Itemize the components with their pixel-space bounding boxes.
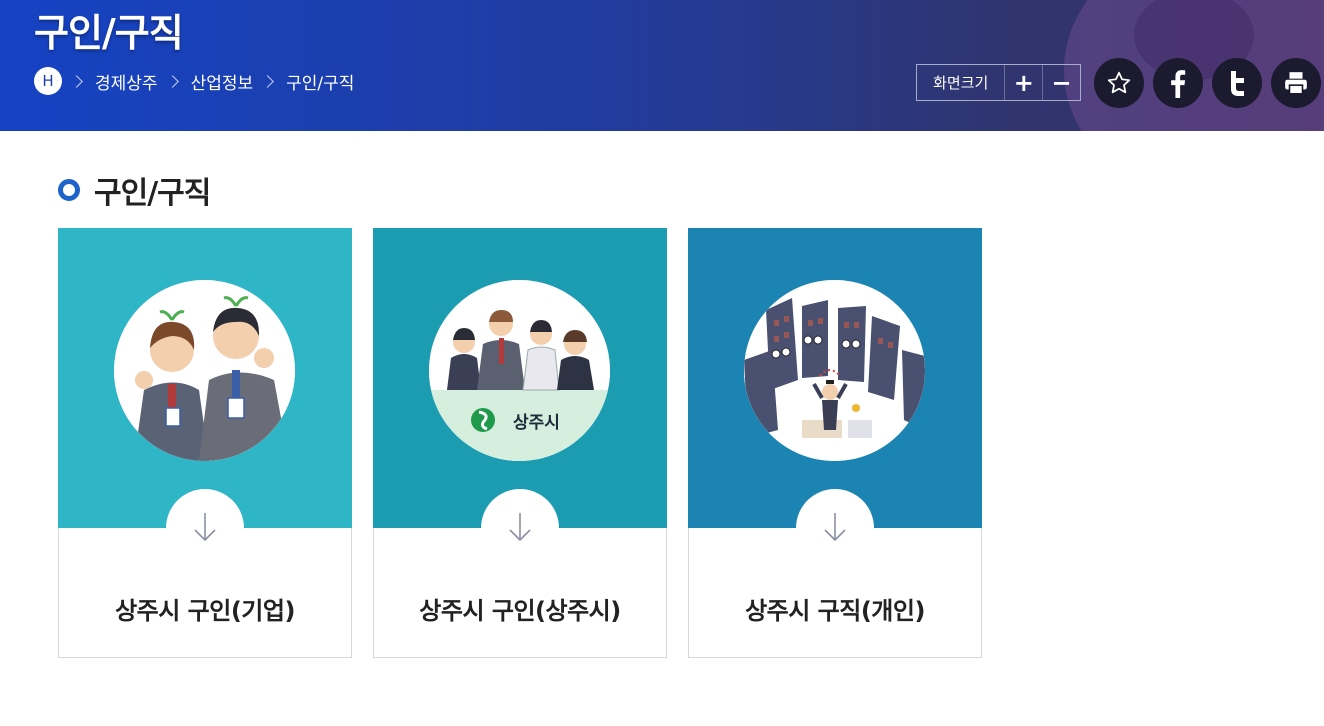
card-arrow-badge bbox=[796, 489, 874, 567]
arrow-down-icon bbox=[509, 513, 531, 542]
card-image-area bbox=[688, 228, 982, 528]
card-image-area: 상주시 bbox=[373, 228, 667, 528]
twitter-icon bbox=[1231, 71, 1244, 96]
card-illustration: 상주시 bbox=[429, 280, 610, 461]
breadcrumb-item-current[interactable]: 구인/구직 bbox=[286, 69, 354, 94]
card-illustration bbox=[114, 280, 295, 461]
buildings-graduate-illustration-icon bbox=[744, 280, 925, 461]
zoom-control: 화면크기 + − bbox=[916, 64, 1081, 101]
card-image-area bbox=[58, 228, 352, 528]
star-icon bbox=[1107, 71, 1131, 94]
facebook-share-button[interactable] bbox=[1153, 58, 1203, 108]
chevron-right-icon bbox=[165, 74, 179, 88]
card-illustration bbox=[744, 280, 925, 461]
print-icon bbox=[1285, 72, 1307, 95]
section-title: 구인/구직 bbox=[94, 176, 211, 211]
sangju-logo-text: 상주시 bbox=[513, 413, 560, 433]
card-personal-jobseek[interactable]: 상주시 구직(개인) bbox=[688, 228, 982, 658]
breadcrumb-item-economy[interactable]: 경제상주 bbox=[95, 69, 158, 94]
arrow-down-icon bbox=[824, 513, 846, 542]
bullet-circle-icon bbox=[58, 179, 80, 201]
card-label: 상주시 구인(상주시) bbox=[419, 597, 621, 625]
home-link[interactable]: H bbox=[34, 67, 62, 95]
section-heading: 구인/구직 bbox=[58, 170, 211, 211]
chevron-right-icon bbox=[70, 74, 83, 88]
zoom-in-button[interactable]: + bbox=[1004, 65, 1042, 100]
card-company-recruit[interactable]: 상주시 구인(기업) bbox=[58, 228, 352, 658]
print-button[interactable] bbox=[1271, 58, 1321, 108]
twitter-share-button[interactable] bbox=[1212, 58, 1262, 108]
zoom-label: 화면크기 bbox=[933, 74, 989, 92]
zoom-out-button[interactable]: − bbox=[1042, 65, 1080, 100]
page-banner: 구인/구직 H 경제상주 산업정보 구인/구직 화면크기 + − bbox=[0, 0, 1324, 131]
bookmark-button[interactable] bbox=[1094, 58, 1144, 108]
card-arrow-badge bbox=[166, 489, 244, 567]
chevron-right-icon bbox=[261, 74, 274, 88]
card-label: 상주시 구인(기업) bbox=[115, 597, 295, 625]
job-seekers-illustration-icon bbox=[114, 280, 295, 461]
page-title: 구인/구직 bbox=[34, 11, 184, 55]
breadcrumb: H 경제상주 산업정보 구인/구직 bbox=[34, 67, 354, 95]
card-city-recruit[interactable]: 상주시 상주시 구인(상주시) bbox=[373, 228, 667, 658]
card-arrow-badge bbox=[481, 489, 559, 567]
facebook-icon bbox=[1171, 70, 1186, 98]
arrow-down-icon bbox=[194, 513, 216, 542]
card-label: 상주시 구직(개인) bbox=[745, 597, 925, 625]
sangju-city-workers-illustration-icon bbox=[429, 280, 610, 461]
breadcrumb-item-industry[interactable]: 산업정보 bbox=[191, 69, 254, 94]
